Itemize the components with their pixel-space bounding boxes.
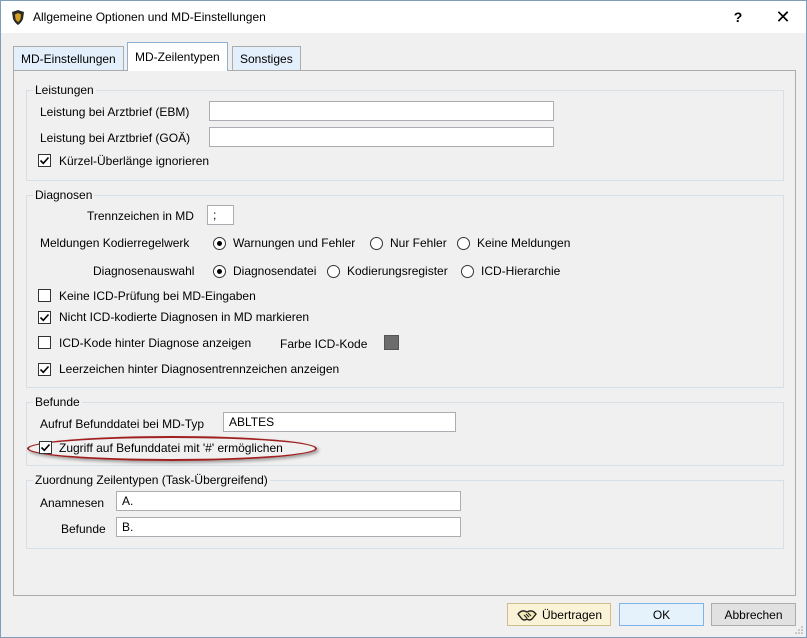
radio-label: Warnungen und Fehler <box>233 236 356 250</box>
space-checkbox[interactable] <box>38 363 51 376</box>
ebm-input[interactable] <box>209 101 554 121</box>
transfer-label: Übertragen <box>541 607 603 622</box>
checkmark-icon <box>39 156 50 165</box>
no-icd-check-label: Keine ICD-Prüfung bei MD-Eingaben <box>59 289 256 303</box>
show-icd-checkbox[interactable] <box>38 336 51 349</box>
app-shield-icon <box>12 10 24 25</box>
group-title-leistungen: Leistungen <box>33 82 96 98</box>
mark-uncoded-checkbox[interactable] <box>38 311 51 324</box>
space-label: Leerzeichen hinter Diagnosentrennzeichen… <box>59 362 340 376</box>
anamnesen-label: Anamnesen <box>40 496 105 510</box>
dialog-window: Allgemeine Optionen und MD-Einstellungen… <box>0 0 807 638</box>
cancel-label: Abbrechen <box>724 607 783 622</box>
separator-input[interactable]: ; <box>207 205 234 225</box>
ignore-length-label: Kürzel-Überlänge ignorieren <box>59 154 210 168</box>
radio-label: Diagnosendatei <box>233 264 317 278</box>
hash-access-checkbox[interactable] <box>39 441 52 454</box>
group-title-zuordnung: Zuordnung Zeilentypen (Task-Übergreifend… <box>33 472 270 488</box>
color-swatch[interactable] <box>384 335 399 350</box>
radio-icd-hierarchie[interactable] <box>461 265 474 278</box>
group-title-befunde: Befunde <box>33 394 82 410</box>
befund-file-label: Aufruf Befunddatei bei MD-Typ <box>40 417 205 431</box>
show-icd-label: ICD-Kode hinter Diagnose anzeigen <box>59 336 252 350</box>
selection-label: Diagnosenauswahl <box>93 264 195 278</box>
radio-kodierungsregister[interactable] <box>327 265 340 278</box>
radio-diagnosendatei[interactable] <box>213 265 226 278</box>
checkmark-icon <box>39 365 50 374</box>
resize-grip-icon[interactable] <box>795 626 803 634</box>
ignore-length-checkbox[interactable] <box>38 154 51 167</box>
hash-access-label: Zugriff auf Befunddatei mit '#' ermöglic… <box>59 441 283 455</box>
tab-label: MD-Einstellungen <box>21 52 116 66</box>
befunde-label: Befunde <box>61 522 106 536</box>
tab-sonstiges[interactable]: Sonstiges <box>232 46 301 71</box>
tab-md-zeilentypen[interactable]: MD-Zeilentypen <box>127 42 228 71</box>
tab-md-einstellungen[interactable]: MD-Einstellungen <box>13 46 124 71</box>
radio-nur-fehler[interactable] <box>370 237 383 250</box>
radio-warnungen-fehler[interactable] <box>213 237 226 250</box>
tab-label: Sonstiges <box>240 52 293 66</box>
ok-button[interactable]: OK <box>619 603 704 626</box>
group-title-diagnosen: Diagnosen <box>33 187 95 203</box>
goae-input[interactable] <box>209 127 554 147</box>
befunde-input[interactable]: B. <box>116 517 461 537</box>
color-icd-label: Farbe ICD-Kode <box>280 337 368 351</box>
radio-keine-meldungen[interactable] <box>457 237 470 250</box>
anamnesen-input[interactable]: A. <box>116 491 461 511</box>
help-button[interactable]: ? <box>723 4 753 30</box>
window-title: Allgemeine Optionen und MD-Einstellungen <box>33 10 266 24</box>
ebm-label: Leistung bei Arztbrief (EBM) <box>40 105 190 119</box>
checkmark-icon <box>40 443 51 452</box>
tab-label: MD-Zeilentypen <box>135 50 220 64</box>
ok-label: OK <box>652 607 671 622</box>
befund-file-input[interactable]: ABLTES <box>223 412 456 432</box>
radio-label: ICD-Hierarchie <box>481 264 561 278</box>
messages-label: Meldungen Kodierregelwerk <box>40 236 190 250</box>
checkmark-icon <box>39 313 50 322</box>
radio-label: Nur Fehler <box>390 236 447 250</box>
cancel-button[interactable]: Abbrechen <box>711 603 796 626</box>
radio-label: Kodierungsregister <box>347 264 448 278</box>
transfer-button[interactable]: Übertragen <box>507 603 611 626</box>
goae-label: Leistung bei Arztbrief (GOÄ) <box>40 131 191 145</box>
close-button[interactable]: ✕ <box>767 4 799 30</box>
radio-label: Keine Meldungen <box>477 236 571 250</box>
no-icd-check-checkbox[interactable] <box>38 289 51 302</box>
handshake-icon <box>517 609 537 621</box>
mark-uncoded-label: Nicht ICD-kodierte Diagnosen in MD marki… <box>59 310 310 324</box>
separator-label: Trennzeichen in MD <box>87 209 194 223</box>
title-bar: Allgemeine Optionen und MD-Einstellungen… <box>1 1 806 33</box>
